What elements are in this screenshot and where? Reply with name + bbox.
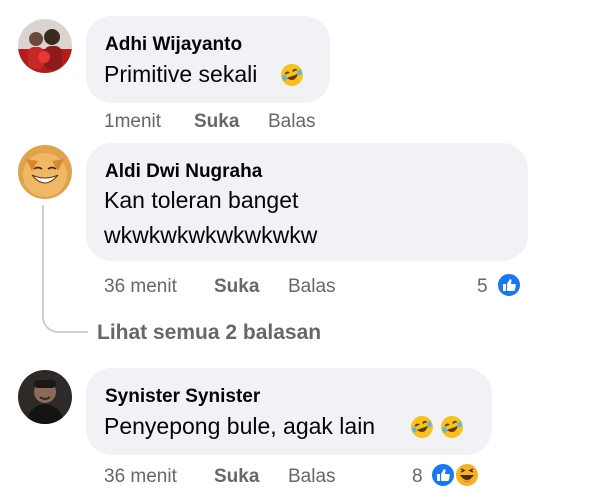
comment-text: Penyepong bule, agak lain — [104, 413, 376, 439]
comment-text-content: Primitive sekali — [104, 61, 258, 87]
comment-text-line2: wkwkwkwkwkwkwkw — [104, 222, 318, 248]
avatar-adhi[interactable] — [18, 19, 72, 73]
reply-button[interactable]: Balas — [268, 111, 316, 133]
like-button[interactable]: Suka — [214, 276, 259, 298]
laughing-face-emoji-icon — [440, 415, 464, 439]
haha-reaction-icon — [454, 462, 480, 488]
like-button[interactable]: Suka — [214, 466, 259, 488]
comment-actions: 1menit Suka Balas — [104, 111, 344, 135]
like-reaction-icon — [496, 272, 522, 298]
comment-text: Primitive sekali — [104, 57, 257, 91]
top-reactions-partial — [466, 0, 526, 6]
reply-button[interactable]: Balas — [288, 466, 336, 488]
comment-timestamp[interactable]: 36 menit — [104, 466, 177, 488]
laughing-face-emoji-icon — [410, 415, 434, 439]
comment-actions: 36 menit Suka Balas — [104, 276, 354, 300]
comment-timestamp[interactable]: 36 menit — [104, 276, 177, 298]
view-all-replies-link[interactable]: Lihat semua 2 balasan — [97, 321, 321, 345]
reply-button[interactable]: Balas — [288, 276, 336, 298]
comment-author[interactable]: Synister Synister — [105, 386, 260, 408]
comment-timestamp[interactable]: 1menit — [104, 111, 161, 133]
comment-author[interactable]: Aldi Dwi Nugraha — [105, 161, 262, 183]
comment-author[interactable]: Adhi Wijayanto — [105, 34, 242, 56]
thread-connector — [42, 205, 88, 333]
reaction-count: 8 — [412, 466, 423, 487]
reaction-count: 5 — [477, 276, 488, 297]
like-button[interactable]: Suka — [194, 111, 239, 133]
like-reaction-icon — [430, 462, 456, 488]
laughing-face-emoji-icon — [280, 63, 304, 87]
comment-text-line1: Kan toleran banget — [104, 187, 299, 213]
comment-actions: 36 menit Suka Balas — [104, 466, 354, 490]
avatar-aldi[interactable] — [18, 145, 72, 199]
avatar-synister[interactable] — [18, 370, 72, 424]
